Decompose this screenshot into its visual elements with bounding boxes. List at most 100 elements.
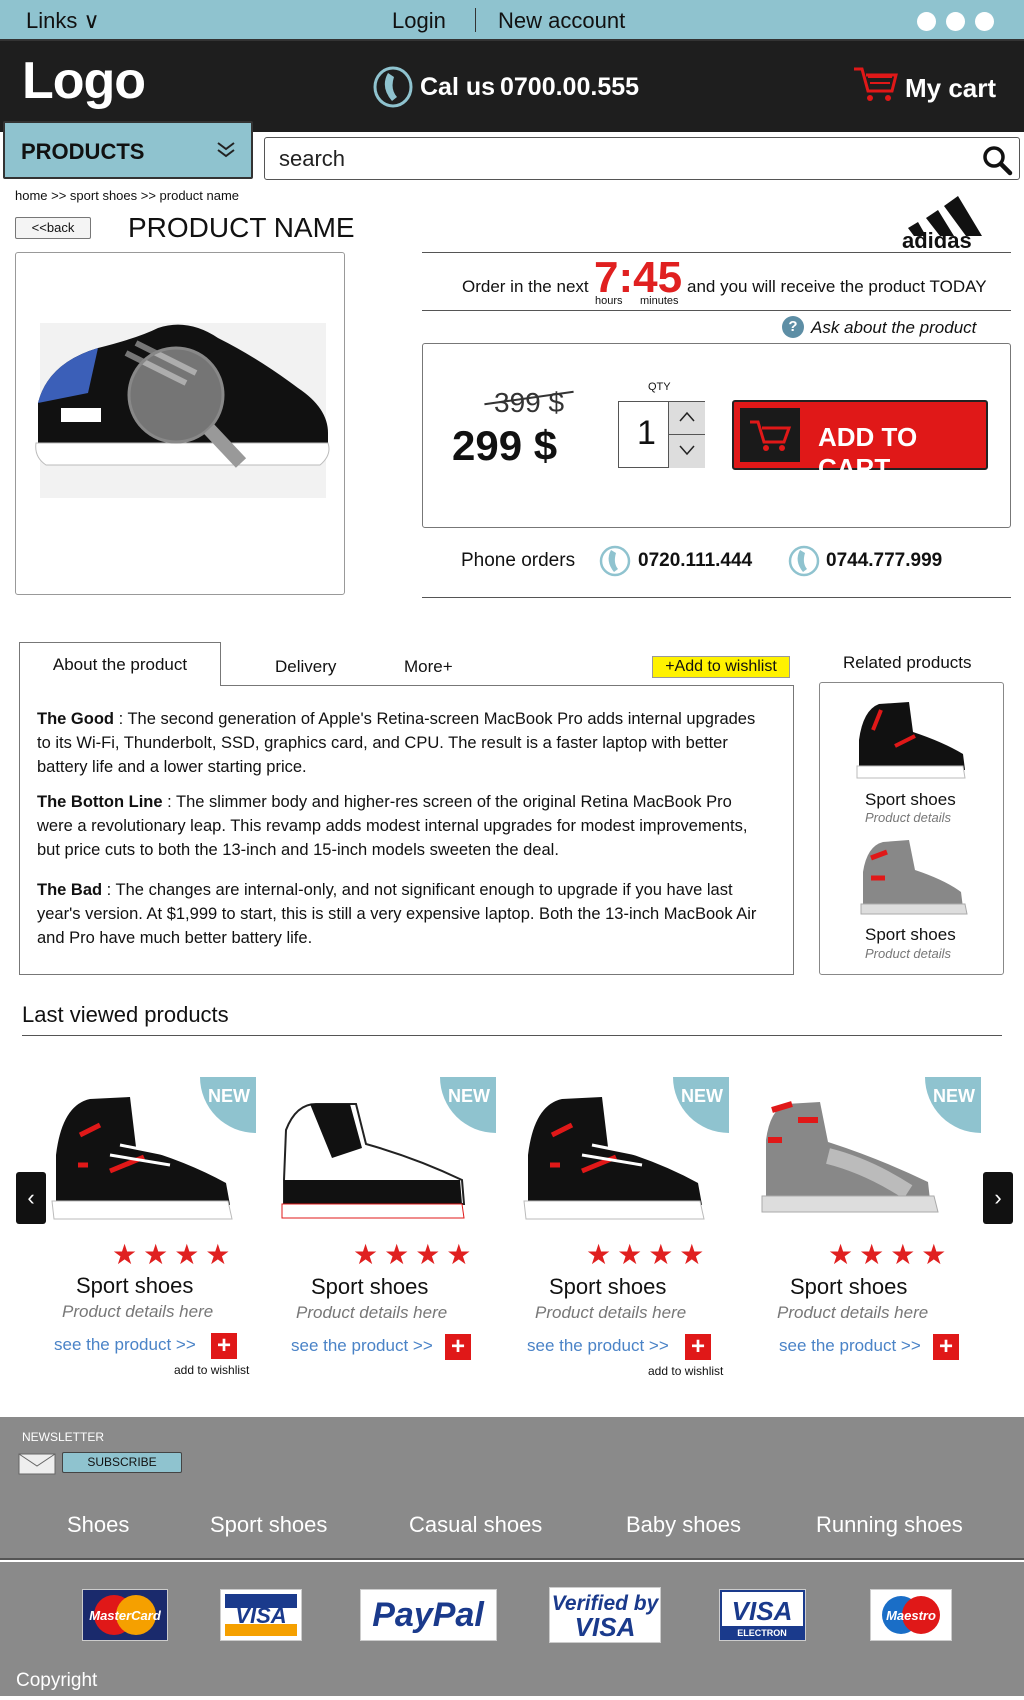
qty-decrease-button[interactable] [668,435,705,468]
rating-stars: ★★★★ [353,1239,478,1270]
product-image[interactable] [522,1095,707,1225]
footer-category-link[interactable]: Casual shoes [409,1512,542,1538]
phone-number-1: 0720.111.444 [638,550,753,571]
tab-delivery[interactable]: Delivery [275,657,336,677]
see-product-link[interactable]: see the product >> [54,1335,196,1355]
divider [422,597,1011,598]
bottom-line-paragraph: The Botton Line : The slimmer body and h… [37,790,767,862]
related-product-details[interactable]: Product details [865,946,951,961]
carousel-prev-button[interactable]: ‹ [16,1172,46,1224]
the-bad-paragraph: The Bad : The changes are internal-only,… [37,878,767,950]
call-number: 0700.00.555 [500,73,640,101]
logo[interactable]: Logo [22,51,146,111]
add-to-wishlist-plus-button[interactable]: + [445,1334,471,1360]
the-good-paragraph: The Good : The second generation of Appl… [37,707,767,779]
tab-more[interactable]: More+ [404,657,453,677]
the-bad-text: : The changes are internal-only, and not… [37,881,757,947]
back-button[interactable]: <<back [15,217,91,239]
dot-icon[interactable] [975,12,994,31]
qty-increase-button[interactable] [668,402,705,435]
call-label: Cal us [420,73,496,101]
see-product-link[interactable]: see the product >> [291,1336,433,1356]
footer-category-link[interactable]: Running shoes [816,1512,963,1538]
add-to-wishlist-plus-button[interactable]: + [933,1334,959,1360]
footer-category-link[interactable]: Shoes [67,1512,129,1538]
current-price: 299 $ [452,422,558,469]
brand-name: adidas [902,228,972,250]
divider [22,1035,1002,1036]
breadcrumb[interactable]: home >> sport shoes >> product name [15,188,239,203]
product-name[interactable]: Sport shoes [790,1274,907,1300]
footer-categories [0,1417,1024,1560]
mastercard-icon: MasterCard [89,1595,162,1635]
see-product-link[interactable]: see the product >> [779,1336,921,1356]
dot-icon[interactable] [946,12,965,31]
mastercard-text: MasterCard [89,1608,162,1623]
cart-icon[interactable] [852,65,898,103]
add-to-wishlist-plus-button[interactable]: + [685,1334,711,1360]
chevron-down-icon [679,445,695,456]
rating-stars: ★★★★ [112,1239,237,1270]
footer-category-link[interactable]: Baby shoes [626,1512,741,1538]
login-link[interactable]: Login [392,8,446,34]
chevron-down-icon [217,142,235,158]
carousel-next-button[interactable]: › [983,1172,1013,1224]
product-image[interactable] [15,252,345,595]
footer-category-link[interactable]: Sport shoes [210,1512,327,1538]
visa-electron-text: VISA [732,1596,793,1626]
product-image[interactable] [280,1100,470,1225]
product-name[interactable]: Sport shoes [311,1274,428,1300]
divider [475,8,476,32]
quantity-value[interactable]: 1 [637,414,656,453]
products-menu-button[interactable]: PRODUCTS [3,121,253,179]
question-icon[interactable]: ? [782,316,804,338]
top-bar: Links ∨ Login New account [0,0,1024,41]
product-image[interactable] [50,1095,235,1225]
my-cart-link[interactable]: My cart [905,73,996,104]
product-name[interactable]: Sport shoes [76,1273,193,1299]
copyright: Copyright [16,1670,98,1691]
related-product-image[interactable] [857,838,969,920]
add-to-wishlist-plus-button[interactable]: + [211,1333,237,1359]
product-details: Product details here [777,1303,929,1322]
search-input[interactable] [277,144,957,174]
divider [422,310,1011,311]
links-dropdown[interactable]: Links ∨ [26,8,100,34]
related-product-name[interactable]: Sport shoes [865,925,956,945]
product-details: Product details here [535,1303,687,1322]
add-to-wishlist-label: add to wishlist [174,1363,250,1377]
dot-icon[interactable] [917,12,936,31]
add-to-cart-button[interactable]: ADD TO CART [732,400,988,483]
ask-about-product-link[interactable]: Ask about the product [811,318,976,338]
the-good-title: The Good [37,710,114,728]
last-viewed-title: Last viewed products [22,1002,229,1027]
search-icon[interactable] [981,144,1013,176]
visa-icon: VISA [225,1594,297,1636]
subscribe-button[interactable]: SUBSCRIBE [62,1452,182,1473]
product-details: Product details here [62,1302,214,1321]
related-product-name[interactable]: Sport shoes [865,790,956,810]
page-title: PRODUCT NAME [128,212,355,243]
cart-icon-box [740,408,800,462]
new-account-link[interactable]: New account [498,8,625,34]
related-product-details[interactable]: Product details [865,810,951,825]
maestro-icon: Maestro [882,1596,940,1634]
phone-icon [373,66,413,108]
rating-stars: ★★★★ [586,1239,711,1270]
related-product-image[interactable] [855,700,967,782]
the-bad-title: The Bad [37,881,103,899]
mastercard-logo: MasterCard [82,1589,168,1641]
verified-visa-text: VISA [575,1612,636,1642]
order-prefix: Order in the next [462,277,589,296]
add-to-wishlist-button[interactable]: +Add to wishlist [652,656,790,678]
qty-label: QTY [648,381,671,393]
paypal-text: PayPal [372,1596,485,1634]
phone-orders-label: Phone orders [461,550,576,571]
paypal-logo: PayPal [360,1589,497,1641]
maestro-logo: Maestro [870,1589,952,1641]
tab-about[interactable]: About the product [19,642,221,686]
see-product-link[interactable]: see the product >> [527,1336,669,1356]
product-name[interactable]: Sport shoes [549,1274,666,1300]
product-image[interactable] [758,1100,948,1225]
add-to-cart-label: ADD TO CART [818,422,918,483]
